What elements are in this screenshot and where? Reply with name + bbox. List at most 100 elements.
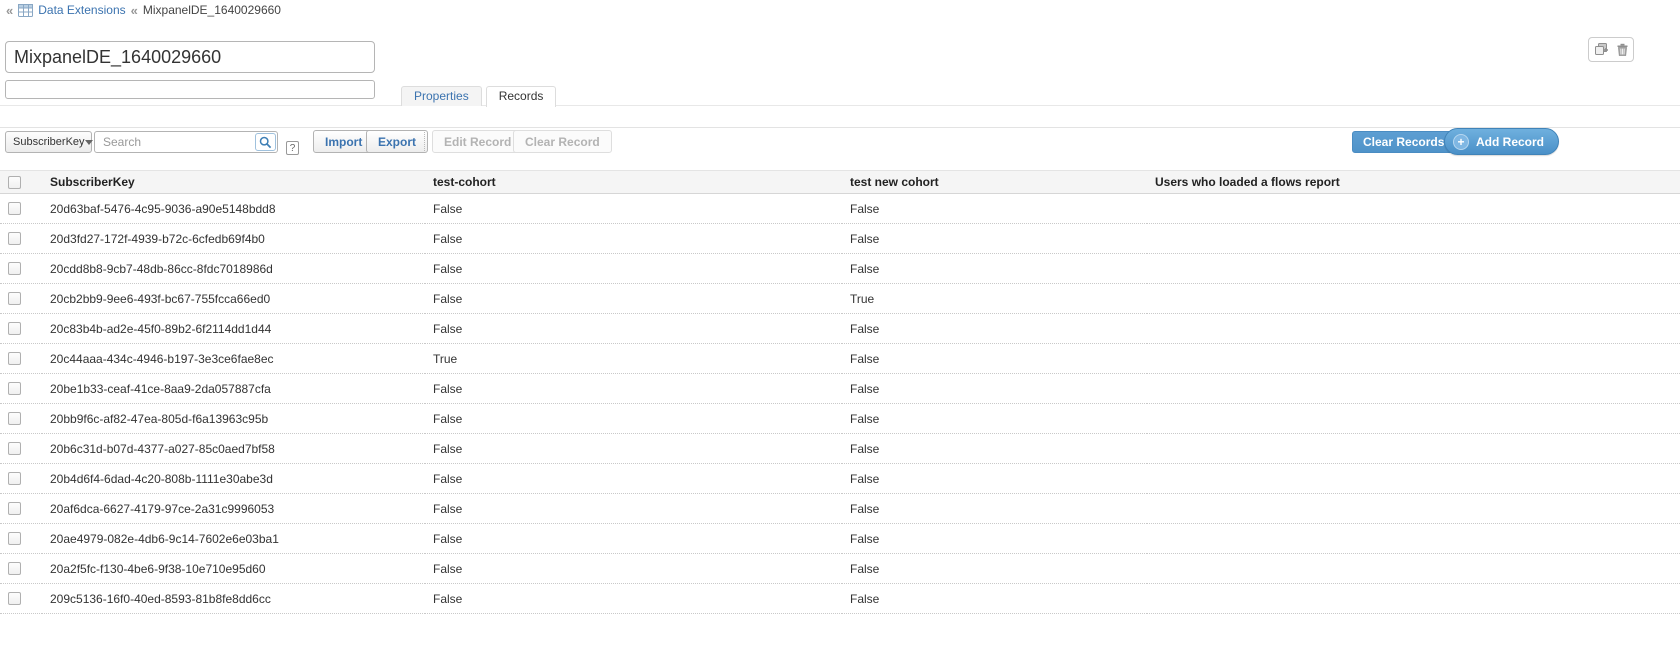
cell-subscriberkey: 20c83b4b-ad2e-45f0-89b2-6f2114dd1d44 [42,314,425,344]
header-checkbox-cell [0,171,42,194]
breadcrumb-current-page: MixpanelDE_1640029660 [143,3,281,17]
cell-test-new-cohort: True [842,284,1147,314]
copy-icon[interactable] [1595,43,1609,56]
table-row: 20cb2bb9-9ee6-493f-bc67-755fcca66ed0Fals… [0,284,1680,314]
row-checkbox[interactable] [8,442,21,455]
cell-flows-report [1147,194,1680,224]
cell-flows-report [1147,584,1680,614]
back-chevron-icon[interactable]: « [6,3,13,18]
row-checkbox[interactable] [8,502,21,515]
caret-down-icon [85,140,93,145]
cell-flows-report [1147,344,1680,374]
search-field-dropdown[interactable]: SubscriberKey [5,131,92,153]
help-icon[interactable]: ? [286,141,299,155]
row-checkbox-cell [0,194,42,224]
row-checkbox[interactable] [8,202,21,215]
search-field-dropdown-value: SubscriberKey [13,136,85,148]
column-header-subscriberkey: SubscriberKey [42,171,425,194]
row-checkbox[interactable] [8,292,21,305]
cell-test-cohort: False [425,554,842,584]
cell-subscriberkey: 20d63baf-5476-4c95-9036-a90e5148bdd8 [42,194,425,224]
data-extension-description-input[interactable] [5,80,375,99]
data-extension-grid-icon [18,4,33,17]
clear-record-button[interactable]: Clear Record [513,130,612,153]
cell-test-cohort: False [425,284,842,314]
tab-records[interactable]: Records [486,86,557,107]
search-input[interactable] [94,131,278,153]
cell-test-new-cohort: False [842,554,1147,584]
table-row: 20af6dca-6627-4179-97ce-2a31c9996053Fals… [0,494,1680,524]
column-header-test-new-cohort: test new cohort [842,171,1147,194]
export-button[interactable]: Export [366,130,428,153]
tab-bar: Properties Records [401,86,556,107]
row-checkbox[interactable] [8,262,21,275]
table-row: 20cdd8b8-9cb7-48db-86cc-8fdc7018986dFals… [0,254,1680,284]
cell-test-cohort: False [425,434,842,464]
column-header-flows-report: Users who loaded a flows report [1147,171,1680,194]
table-row: 20d63baf-5476-4c95-9036-a90e5148bdd8Fals… [0,194,1680,224]
search-button[interactable] [255,133,276,151]
table-row: 209c5136-16f0-40ed-8593-81b8fe8dd6ccFals… [0,584,1680,614]
row-checkbox[interactable] [8,592,21,605]
tab-properties[interactable]: Properties [401,86,482,106]
cell-test-cohort: False [425,374,842,404]
cell-subscriberkey: 20be1b33-ceaf-41ce-8aa9-2da057887cfa [42,374,425,404]
row-checkbox[interactable] [8,352,21,365]
search-area [94,131,278,153]
cell-subscriberkey: 20ae4979-082e-4db6-9c14-7602e6e03ba1 [42,524,425,554]
row-checkbox[interactable] [8,532,21,545]
row-checkbox-cell [0,254,42,284]
edit-record-button[interactable]: Edit Record [432,130,523,153]
panel-divider [0,127,1680,128]
row-checkbox[interactable] [8,562,21,575]
breadcrumb-link-data-extensions[interactable]: Data Extensions [38,3,125,17]
row-checkbox[interactable] [8,382,21,395]
cell-flows-report [1147,404,1680,434]
table-row: 20d3fd27-172f-4939-b72c-6cfedb69f4b0Fals… [0,224,1680,254]
row-checkbox[interactable] [8,232,21,245]
cell-flows-report [1147,524,1680,554]
cell-test-cohort: False [425,524,842,554]
row-checkbox-cell [0,464,42,494]
row-checkbox[interactable] [8,322,21,335]
trash-icon[interactable] [1617,43,1628,56]
cell-test-new-cohort: False [842,584,1147,614]
cell-subscriberkey: 20bb9f6c-af82-47ea-805d-f6a13963c95b [42,404,425,434]
cell-subscriberkey: 20af6dca-6627-4179-97ce-2a31c9996053 [42,494,425,524]
cell-subscriberkey: 20cb2bb9-9ee6-493f-bc67-755fcca66ed0 [42,284,425,314]
cell-test-cohort: False [425,404,842,434]
row-checkbox[interactable] [8,472,21,485]
row-checkbox-cell [0,404,42,434]
row-checkbox-cell [0,494,42,524]
clear-records-button[interactable]: Clear Records [1352,131,1455,153]
records-table-body: 20d63baf-5476-4c95-9036-a90e5148bdd8 Fals… [0,194,1680,614]
data-extension-name-input[interactable] [5,41,375,73]
search-icon [259,136,272,149]
table-row: 20b6c31d-b07d-4377-a027-85c0aed7bf58Fals… [0,434,1680,464]
cell-subscriberkey: 20b6c31d-b07d-4377-a027-85c0aed7bf58 [42,434,425,464]
cell-flows-report [1147,494,1680,524]
cell-test-new-cohort: False [842,314,1147,344]
row-checkbox-cell [0,434,42,464]
cell-test-new-cohort: False [842,344,1147,374]
cell-test-cohort: True [425,344,842,374]
data-extension-records-page: « Data Extensions « MixpanelDE_164002966… [0,0,1680,670]
table-row: 20b4d6f4-6dad-4c20-808b-1111e30abe3dFals… [0,464,1680,494]
row-checkbox[interactable] [8,412,21,425]
table-row: 20a2f5fc-f130-4be6-9f38-10e710e95d60Fals… [0,554,1680,584]
cell-test-new-cohort: False [842,374,1147,404]
extension-actions-group [1588,37,1634,62]
cell-test-cohort: False [425,464,842,494]
cell-flows-report [1147,314,1680,344]
cell-flows-report [1147,254,1680,284]
add-record-button[interactable]: + Add Record [1444,128,1559,155]
cell-subscriberkey: 20c44aaa-434c-4946-b197-3e3ce6fae8ec [42,344,425,374]
cell-flows-report [1147,374,1680,404]
table-row: 20ae4979-082e-4db6-9c14-7602e6e03ba1Fals… [0,524,1680,554]
cell-test-new-cohort: False [842,224,1147,254]
table-row: 20be1b33-ceaf-41ce-8aa9-2da057887cfaFals… [0,374,1680,404]
add-record-label: Add Record [1476,135,1544,149]
select-all-checkbox[interactable] [8,176,21,189]
cell-test-new-cohort: False [842,404,1147,434]
cell-test-new-cohort: False [842,254,1147,284]
